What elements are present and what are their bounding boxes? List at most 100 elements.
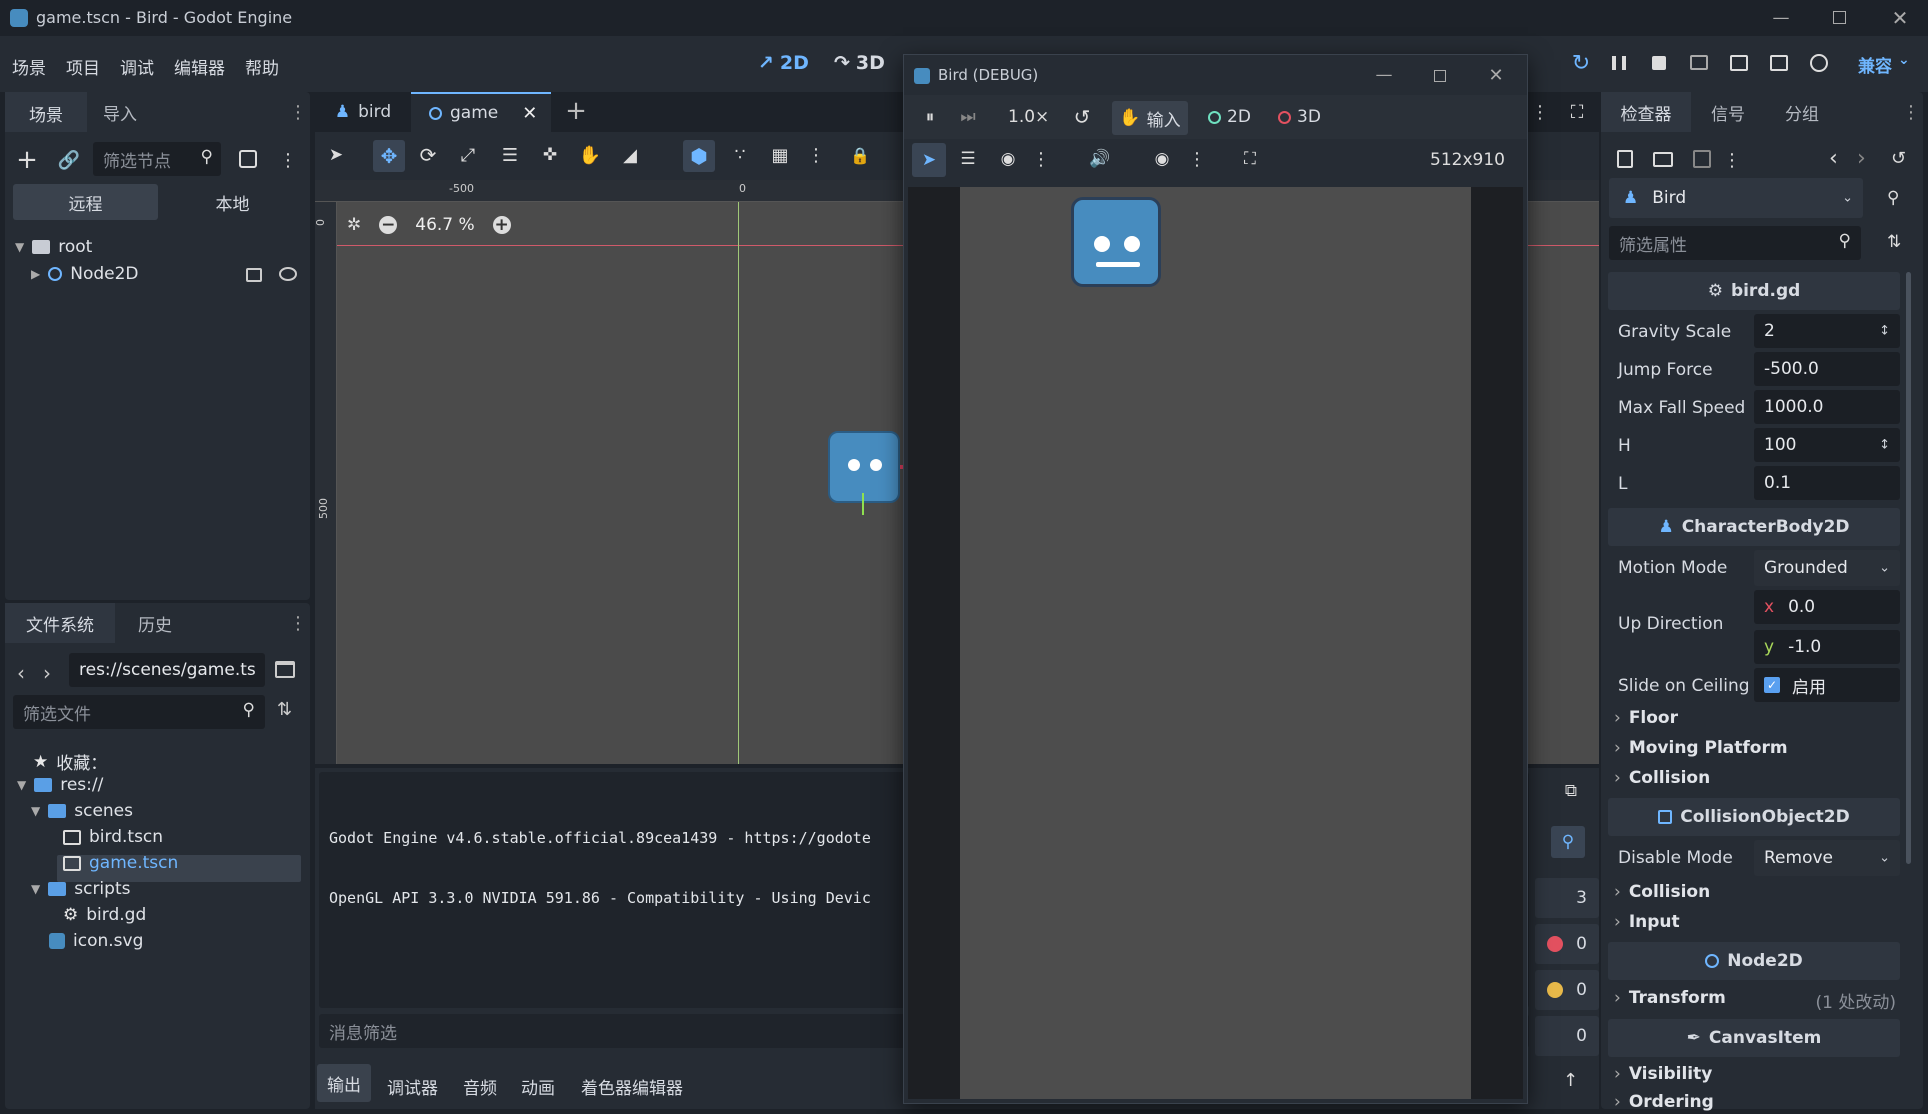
instance-icon[interactable]	[246, 268, 262, 282]
debug-2d-toggle[interactable]: 2D	[1208, 107, 1251, 127]
group-collision[interactable]: › Collision	[1614, 882, 1710, 902]
move-tool-icon[interactable]: ✥	[373, 140, 405, 172]
snap-toggle-icon[interactable]: ⬢	[683, 140, 715, 172]
tree-item-root[interactable]: ▼ root	[15, 237, 92, 257]
scale-tool-icon[interactable]: ⤢	[457, 144, 479, 166]
filter-options-icon[interactable]: ⇅	[1887, 232, 1901, 252]
tab-audio[interactable]: 音频	[463, 1074, 497, 1099]
tree-scenes[interactable]: ▼ scenes	[31, 801, 133, 821]
next-frame-icon[interactable]: ⏭	[956, 105, 980, 129]
minimize-icon[interactable]: —	[1766, 4, 1796, 32]
visibility-eye-icon[interactable]	[279, 267, 297, 281]
tab-debugger[interactable]: 调试器	[387, 1074, 438, 1099]
debug-menu-icon[interactable]: ⋮	[1032, 147, 1050, 171]
tree-bird-gd[interactable]: ⚙ bird.gd	[63, 905, 146, 925]
remote-debug-icon[interactable]	[1690, 55, 1708, 70]
history-back-icon[interactable]: ‹	[1829, 146, 1838, 171]
mode-2d-button[interactable]: ↗ 2D	[758, 52, 809, 74]
inspector-scrollbar[interactable]	[1906, 272, 1911, 864]
prop-disable-mode-select[interactable]: Remove ⌄	[1754, 840, 1900, 876]
filter-errors[interactable]: 0	[1535, 924, 1599, 964]
stop-icon[interactable]	[1652, 56, 1666, 70]
tab-shader-editor[interactable]: 着色器编辑器	[581, 1074, 683, 1099]
group-transform[interactable]: › Transform (1 处改动)	[1614, 988, 1896, 1013]
attach-script-icon[interactable]	[239, 150, 257, 168]
tab-signals[interactable]: 信号	[1691, 92, 1765, 132]
tab-animation[interactable]: 动画	[521, 1074, 555, 1099]
new-resource-icon[interactable]	[1617, 150, 1633, 168]
pan-tool-icon[interactable]: ✋	[579, 144, 601, 166]
list-select-icon[interactable]: ☰	[499, 144, 521, 166]
tab-scene[interactable]: 场景	[5, 92, 87, 132]
tree-scripts[interactable]: ▼ scripts	[31, 879, 130, 899]
suspend-icon[interactable]: ⏸	[918, 105, 942, 129]
snap-menu-icon[interactable]: ⋮	[807, 144, 825, 166]
prop-max-fall-speed-value[interactable]: 1000.0	[1754, 390, 1900, 424]
minimize-icon[interactable]: —	[1372, 63, 1396, 87]
copy-icon[interactable]: ⧉	[1560, 780, 1582, 802]
prop-jump-force-value[interactable]: -500.0	[1754, 352, 1900, 386]
prop-h-value[interactable]: 100 ↕	[1754, 428, 1900, 462]
property-filter-input[interactable]: 筛选属性 ⚲	[1609, 226, 1861, 260]
link-icon[interactable]: 🔗	[57, 148, 81, 172]
prop-up-direction-x[interactable]: x 0.0	[1754, 590, 1900, 624]
section-characterbody2d[interactable]: ♟ CharacterBody2D	[1608, 508, 1900, 546]
speed-select[interactable]: 1.0×	[1008, 107, 1049, 127]
scene-menu-icon[interactable]: ⋮	[279, 148, 297, 172]
history-forward-icon[interactable]: ›	[1857, 146, 1866, 171]
open-folder-icon[interactable]	[1653, 152, 1673, 167]
pin-panel-icon[interactable]: ↑	[1563, 1070, 1578, 1091]
resource-menu-icon[interactable]: ⋮	[1723, 148, 1741, 172]
file-filter-input[interactable]: 筛选文件 ⚲	[13, 695, 265, 729]
tree-item-node2d[interactable]: ▶ Node2D	[31, 264, 139, 284]
tab-output[interactable]: 输出	[317, 1064, 371, 1102]
input-toggle[interactable]: ✋ 输入	[1112, 101, 1188, 135]
zoom-out-icon[interactable]: −	[379, 215, 398, 235]
run-custom-scene-icon[interactable]	[1770, 55, 1788, 71]
tree-favorites[interactable]: ★ 收藏：	[33, 749, 107, 775]
grid-snap-icon[interactable]: ▦	[769, 144, 791, 166]
section-bird-gd[interactable]: ⚙ bird.gd	[1608, 272, 1900, 310]
dock-menu-icon[interactable]: ⋮	[289, 100, 307, 124]
tabs-menu-icon[interactable]: ⋮	[1531, 100, 1549, 124]
tree-res[interactable]: ▼ res://	[17, 775, 103, 795]
menu-editor[interactable]: 编辑器	[174, 54, 225, 79]
remote-button[interactable]: 远程	[13, 184, 158, 220]
fullscreen-icon[interactable]: ⛶	[1238, 147, 1262, 171]
group-input[interactable]: › Input	[1614, 912, 1680, 932]
layout-toggle-icon[interactable]	[275, 661, 295, 678]
bird-game-sprite[interactable]	[1071, 197, 1161, 287]
debug-3d-toggle[interactable]: 3D	[1278, 107, 1321, 127]
close-icon[interactable]: ✕	[1885, 4, 1915, 32]
add-node-icon[interactable]: +	[15, 145, 39, 175]
save-icon[interactable]	[1693, 150, 1711, 168]
dock-menu-icon[interactable]: ⋮	[289, 611, 307, 635]
dock-menu-icon[interactable]: ⋮	[1902, 100, 1920, 124]
distraction-free-icon[interactable]: ⛶	[1565, 100, 1589, 124]
object-selector[interactable]: ♟ Bird ⌄	[1609, 178, 1863, 218]
tab-inspector[interactable]: 检查器	[1601, 92, 1691, 132]
filter-warnings[interactable]: 0	[1535, 970, 1599, 1010]
gizmo-arrow-down[interactable]	[862, 493, 864, 515]
back-icon[interactable]: ‹	[17, 661, 25, 685]
speaker-icon[interactable]: 🔊	[1088, 147, 1112, 171]
menu-debug[interactable]: 调试	[120, 54, 154, 79]
bird-sprite[interactable]	[828, 431, 900, 503]
center-view-icon[interactable]: ✲	[347, 215, 361, 235]
lock-icon[interactable]: 🔒	[849, 144, 871, 166]
list-select-icon[interactable]: ☰	[956, 147, 980, 171]
smart-snap-icon[interactable]: ∵	[729, 144, 751, 166]
prop-slide-ceiling-toggle[interactable]: ✓ 启用	[1754, 668, 1900, 702]
reset-speed-icon[interactable]: ↺	[1070, 105, 1094, 129]
sort-icon[interactable]: ⇅	[277, 699, 292, 720]
tree-game-tscn[interactable]: game.tscn	[63, 853, 178, 873]
group-moving-platform[interactable]: › Moving Platform	[1614, 738, 1788, 758]
prop-up-direction-y[interactable]: y -1.0	[1754, 630, 1900, 664]
visibility-eye-icon[interactable]: ◉	[996, 147, 1020, 171]
tab-import[interactable]: 导入	[87, 92, 153, 132]
camera-icon[interactable]: ◉	[1150, 147, 1174, 171]
history-icon[interactable]: ↺	[1891, 148, 1906, 169]
mode-3d-button[interactable]: ↷ 3D	[834, 52, 885, 74]
forward-icon[interactable]: ›	[43, 661, 51, 685]
tab-filesystem[interactable]: 文件系统	[5, 603, 115, 643]
